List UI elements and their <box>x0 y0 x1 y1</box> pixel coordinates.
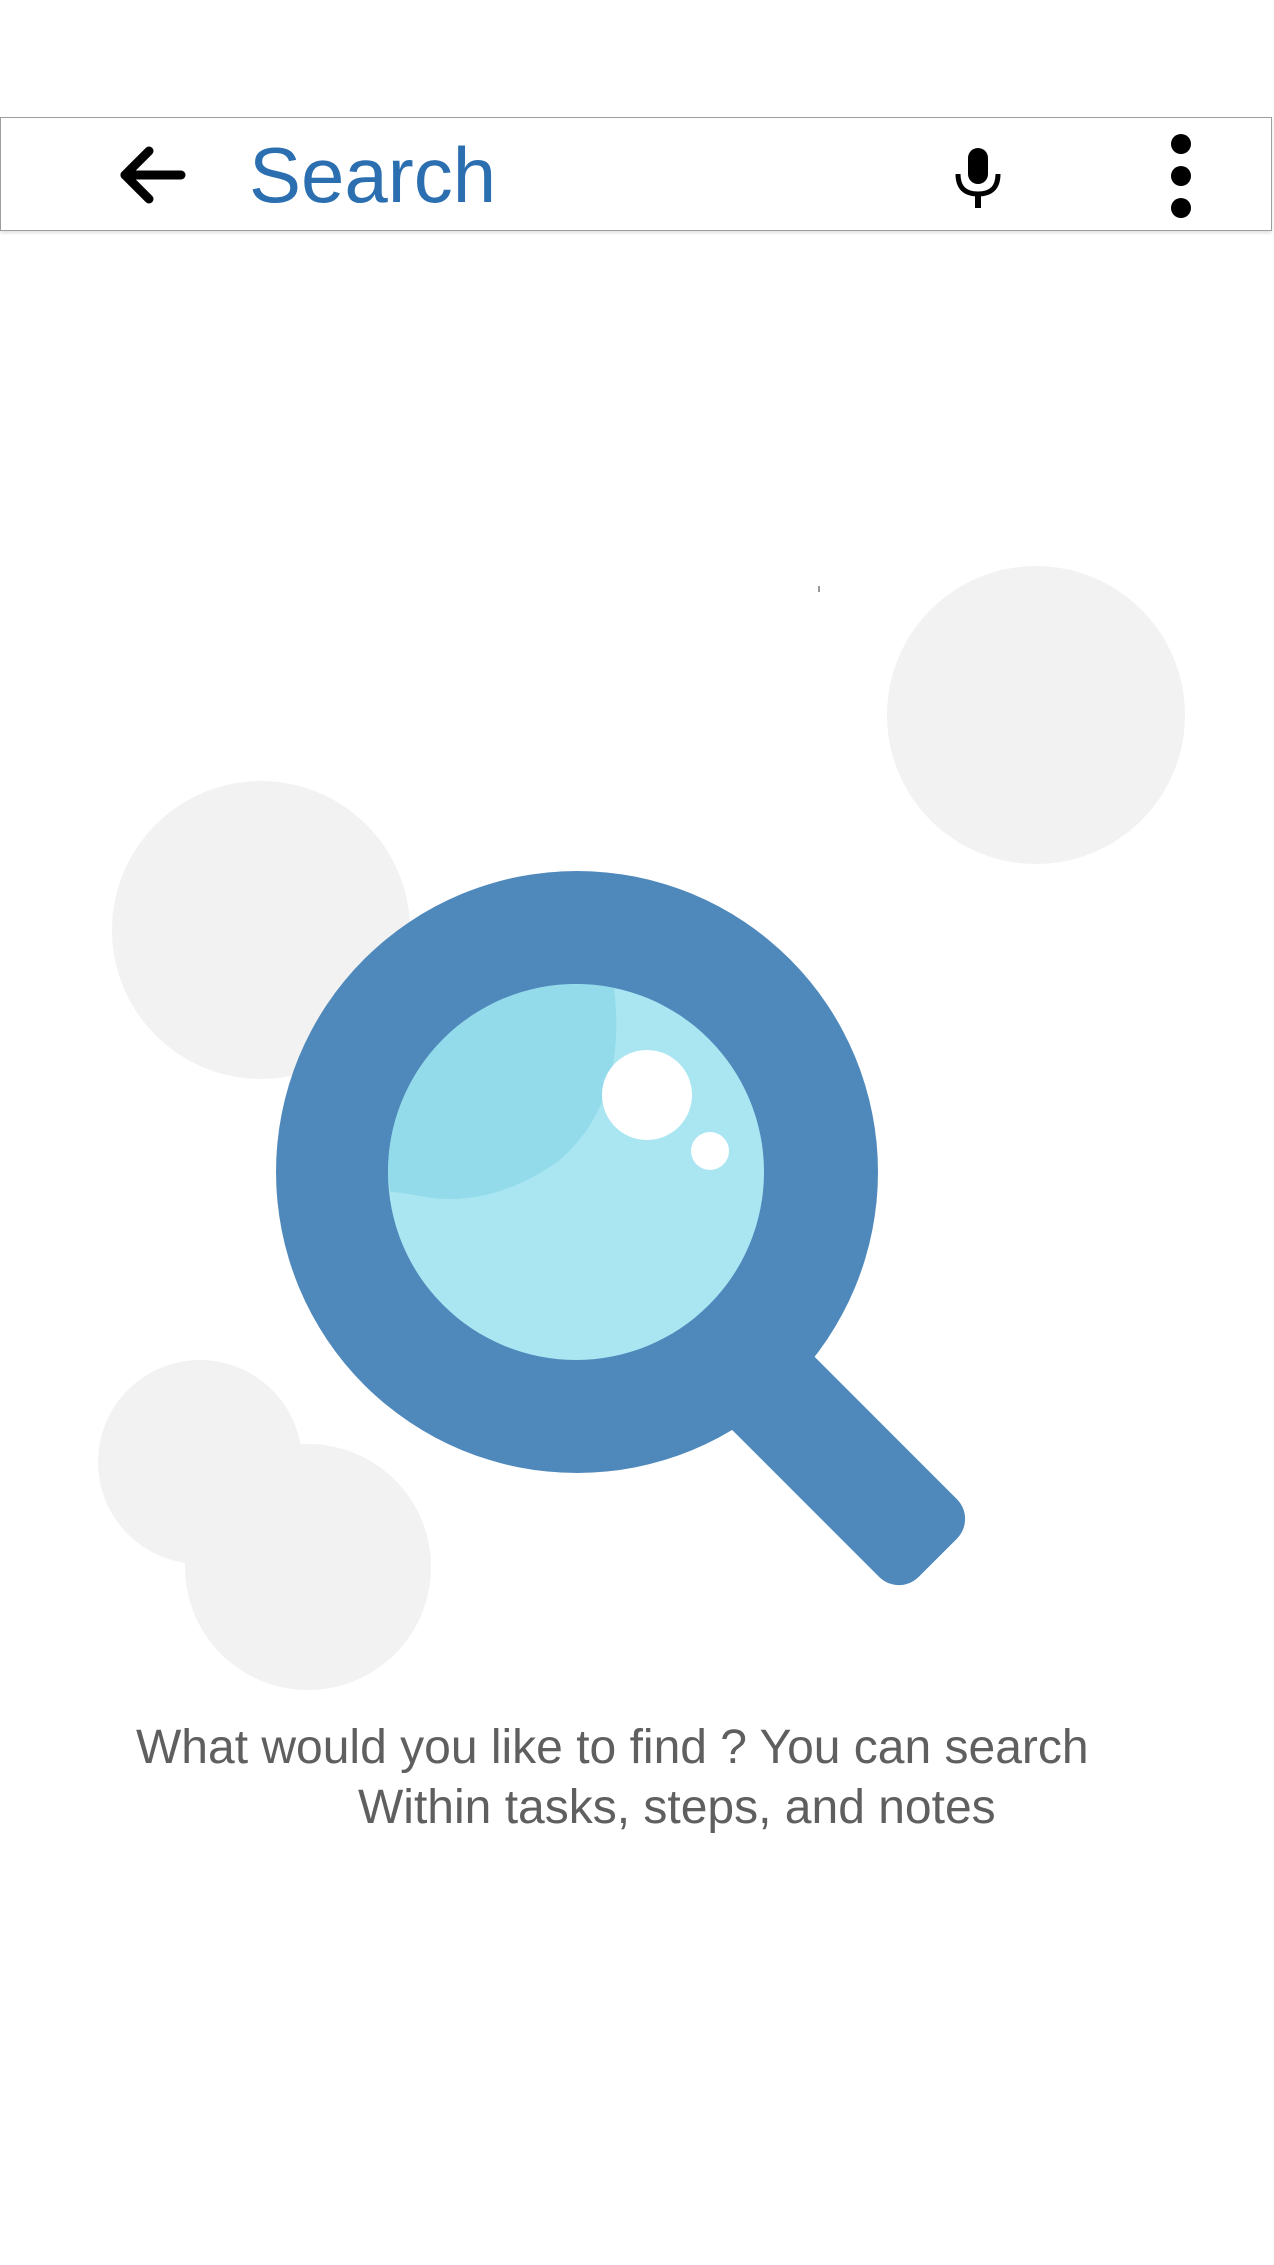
bubble-overlap <box>98 1360 302 1564</box>
more-vert-icon <box>1171 134 1191 218</box>
search-input[interactable] <box>249 136 869 214</box>
magnifying-glass-icon <box>276 871 966 1586</box>
bubble-decoration <box>887 566 1185 864</box>
hint-line-1: What would you like to find ? You can se… <box>136 1721 1089 1774</box>
stray-pixel <box>818 586 820 592</box>
back-button[interactable] <box>119 145 195 205</box>
arrow-left-icon <box>120 146 186 204</box>
more-options-button[interactable] <box>1151 132 1211 222</box>
bubble-decoration <box>185 1444 431 1690</box>
bubble-decoration <box>98 1360 302 1564</box>
empty-search-illustration <box>98 566 1185 1690</box>
hint-line-2: Within tasks, steps, and notes <box>358 1781 996 1834</box>
microphone-icon <box>955 148 1001 208</box>
search-toolbar <box>0 117 1272 231</box>
bubble-decoration <box>112 781 410 1079</box>
voice-search-button[interactable] <box>951 148 1005 208</box>
search-hint-text: What would you like to find ? You can se… <box>60 1718 1214 1838</box>
